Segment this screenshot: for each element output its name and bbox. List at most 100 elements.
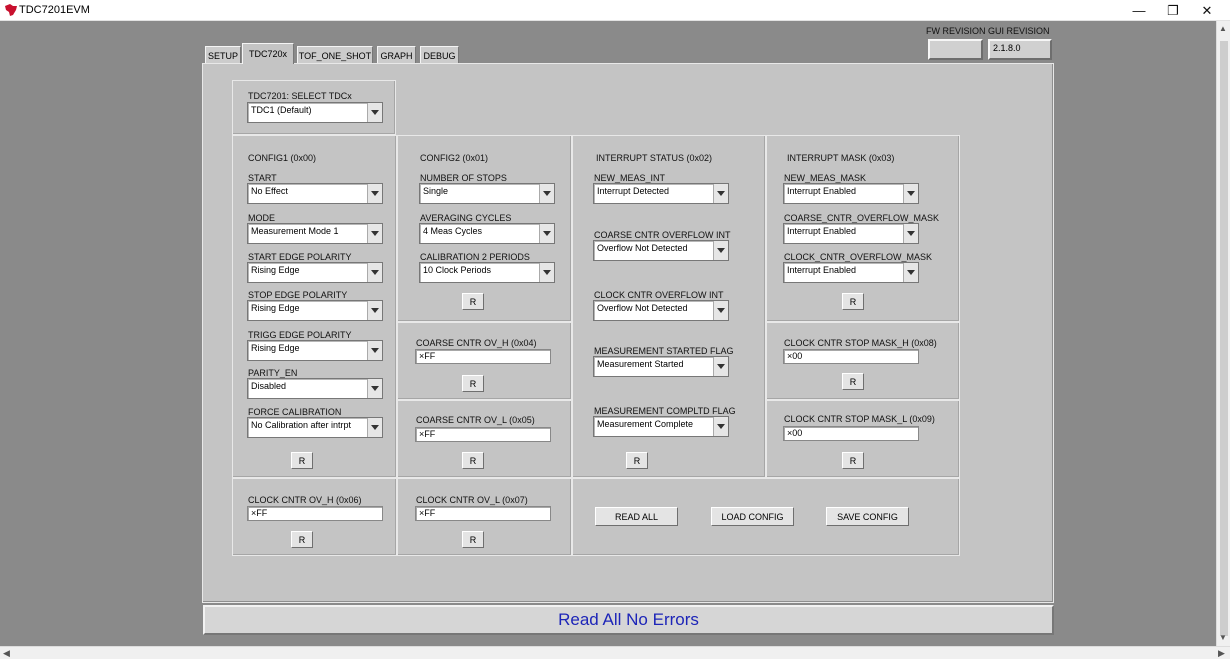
horizontal-scrollbar[interactable]: ◀ ▶ [0, 646, 1230, 659]
chevron-down-icon[interactable] [367, 263, 382, 282]
chevron-down-icon[interactable] [539, 263, 554, 282]
scroll-up-icon[interactable]: ▲ [1219, 24, 1227, 33]
restore-icon: ❐ [1167, 2, 1179, 18]
coarse-ov-h-read-button[interactable]: R [462, 375, 484, 392]
chevron-down-icon[interactable] [367, 184, 382, 203]
interrupt-status-read-button[interactable]: R [626, 452, 648, 469]
config1-field-dropdown[interactable]: Measurement Mode 1 [247, 223, 383, 244]
interrupt-status-field-label: CLOCK CNTR OVERFLOW INT [594, 290, 724, 300]
coarse-ov-h-field[interactable]: ×FF [415, 349, 551, 364]
button-label: R [469, 296, 477, 307]
close-button[interactable]: ✕ [1184, 0, 1230, 21]
button-label: R [469, 455, 477, 466]
interrupt-mask-field-dropdown[interactable]: Interrupt Enabled [783, 183, 919, 204]
tab-tof-one-shot[interactable]: TOF_ONE_SHOT [297, 46, 373, 64]
config1-field-label: MODE [248, 213, 275, 223]
interrupt-status-field-dropdown[interactable]: Measurement Started [593, 356, 729, 377]
scroll-thumb[interactable] [1220, 41, 1228, 636]
clock-stop-mask-h-label: CLOCK CNTR STOP MASK_H (0x08) [784, 338, 937, 348]
config1-field-dropdown[interactable]: Rising Edge [247, 300, 383, 321]
config2-read-button[interactable]: R [462, 293, 484, 310]
config1-field-label: FORCE CALIBRATION [248, 407, 342, 417]
coarse-ov-l-read-button[interactable]: R [462, 452, 484, 469]
chevron-down-icon[interactable] [903, 184, 918, 203]
coarse-ov-l-field[interactable]: ×FF [415, 427, 551, 442]
scroll-down-icon[interactable]: ▼ [1219, 633, 1227, 642]
interrupt-status-field-label: MEASUREMENT STARTED FLAG [594, 346, 734, 356]
clock-stop-mask-h-field[interactable]: ×00 [783, 349, 919, 364]
interrupt-status-field-dropdown[interactable]: Interrupt Detected [593, 183, 729, 204]
config1-read-button[interactable]: R [291, 452, 313, 469]
clock-ov-h-label: CLOCK CNTR OV_H (0x06) [248, 495, 362, 505]
clock-ov-h-read-button[interactable]: R [291, 531, 313, 548]
dropdown-value: Interrupt Enabled [787, 265, 857, 275]
config1-field-dropdown[interactable]: Rising Edge [247, 340, 383, 361]
dropdown-value: No Calibration after intrpt [251, 420, 352, 430]
clock-ov-l-read-button[interactable]: R [462, 531, 484, 548]
dropdown-value: Interrupt Detected [597, 186, 670, 196]
dropdown-value: Single [423, 186, 449, 196]
chevron-down-icon[interactable] [713, 241, 728, 260]
button-label: LOAD CONFIG [721, 511, 784, 522]
chevron-down-icon[interactable] [903, 263, 918, 282]
config1-field-dropdown[interactable]: No Calibration after intrpt [247, 417, 383, 438]
read-all-button[interactable]: READ ALL [595, 507, 678, 526]
chevron-down-icon[interactable] [539, 184, 554, 203]
select-tdc-dropdown[interactable]: TDC1 (Default) [247, 102, 383, 123]
minimize-icon: — [1132, 3, 1146, 18]
config1-field-label: STOP EDGE POLARITY [248, 290, 348, 300]
interrupt-mask-field-label: CLOCK_CNTR_OVERFLOW_MASK [784, 252, 933, 262]
tab-tdc720x[interactable]: TDC720x [242, 43, 294, 64]
vertical-scrollbar[interactable]: ▲ ▼ [1216, 21, 1230, 646]
interrupt-mask-field-dropdown[interactable]: Interrupt Enabled [783, 262, 919, 283]
config1-field-dropdown[interactable]: Disabled [247, 378, 383, 399]
chevron-down-icon[interactable] [367, 301, 382, 320]
chevron-down-icon[interactable] [367, 224, 382, 243]
chevron-down-icon[interactable] [903, 224, 918, 243]
chevron-down-icon[interactable] [367, 418, 382, 437]
interrupt-mask-field-dropdown[interactable]: Interrupt Enabled [783, 223, 919, 244]
interrupt-mask-title: INTERRUPT MASK (0x03) [787, 153, 895, 163]
clock-stop-mask-l-read-button[interactable]: R [842, 452, 864, 469]
config1-field-dropdown[interactable]: Rising Edge [247, 262, 383, 283]
chevron-down-icon[interactable] [539, 224, 554, 243]
interrupt-status-field-dropdown[interactable]: Measurement Complete [593, 416, 729, 437]
chevron-down-icon[interactable] [713, 357, 728, 376]
interrupt-status-field-label: NEW_MEAS_INT [594, 173, 666, 183]
dropdown-value: Rising Edge [251, 265, 300, 275]
chevron-down-icon[interactable] [367, 103, 382, 122]
tab-debug[interactable]: DEBUG [420, 46, 459, 64]
chevron-down-icon[interactable] [367, 379, 382, 398]
coarse-ov-h-label: COARSE CNTR OV_H (0x04) [416, 338, 537, 348]
button-label: R [469, 534, 477, 545]
clock-ov-l-field[interactable]: ×FF [415, 506, 551, 521]
save-config-button[interactable]: SAVE CONFIG [826, 507, 909, 526]
clock-ov-h-field[interactable]: ×FF [247, 506, 383, 521]
scroll-left-icon[interactable]: ◀ [3, 648, 10, 659]
ti-logo-icon [5, 4, 17, 16]
dropdown-value: Rising Edge [251, 343, 300, 353]
scroll-right-icon[interactable]: ▶ [1218, 648, 1225, 659]
config2-field-dropdown[interactable]: 10 Clock Periods [419, 262, 555, 283]
button-label: R [469, 378, 477, 389]
gui-revision-label: GUI REVISION [988, 26, 1050, 36]
load-config-button[interactable]: LOAD CONFIG [711, 507, 794, 526]
config2-field-dropdown[interactable]: Single [419, 183, 555, 204]
interrupt-mask-read-button[interactable]: R [842, 293, 864, 310]
chevron-down-icon[interactable] [713, 301, 728, 320]
interrupt-status-field-dropdown[interactable]: Overflow Not Detected [593, 240, 729, 261]
chevron-down-icon[interactable] [713, 184, 728, 203]
clock-stop-mask-h-read-button[interactable]: R [842, 373, 864, 390]
status-text: Read All No Errors [558, 610, 699, 629]
interrupt-status-field-dropdown[interactable]: Overflow Not Detected [593, 300, 729, 321]
config2-field-dropdown[interactable]: 4 Meas Cycles [419, 223, 555, 244]
tab-graph[interactable]: GRAPH [377, 46, 416, 64]
dropdown-value: Measurement Started [597, 359, 684, 369]
tab-setup[interactable]: SETUP [205, 46, 241, 64]
chevron-down-icon[interactable] [713, 417, 728, 436]
config1-field-dropdown[interactable]: No Effect [247, 183, 383, 204]
clock-stop-mask-l-field[interactable]: ×00 [783, 426, 919, 441]
chevron-down-icon[interactable] [367, 341, 382, 360]
config2-title: CONFIG2 (0x01) [420, 153, 489, 163]
fw-revision-field [928, 39, 983, 60]
